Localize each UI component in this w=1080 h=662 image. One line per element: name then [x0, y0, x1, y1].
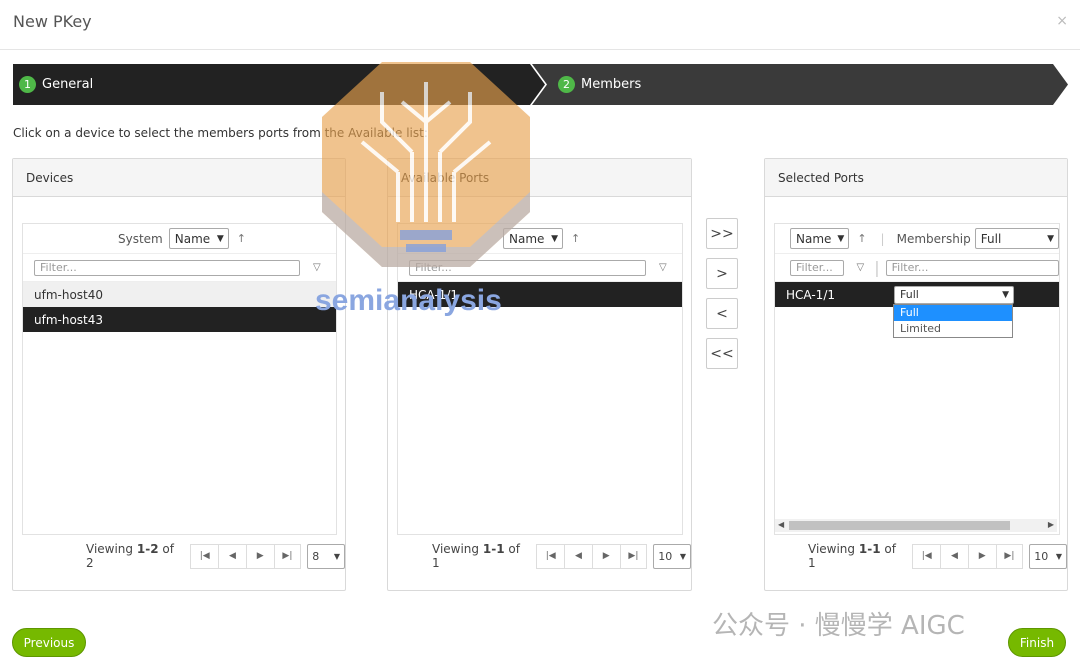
previous-button[interactable]: Previous	[12, 628, 86, 657]
instruction-text: Click on a device to select the members …	[13, 126, 428, 140]
devices-panel: Devices System Name ▼ ↑ Filter... ▽ ufm-h…	[12, 158, 346, 591]
membership-dropdown-list: Full Limited	[893, 304, 1013, 338]
filter-funnel-icon[interactable]: ▽	[857, 262, 865, 273]
device-row[interactable]: ufm-host40	[23, 282, 336, 307]
last-page-icon[interactable]: ▶|	[273, 543, 302, 569]
dropdown-option-full[interactable]: Full	[894, 305, 1012, 321]
step-number: 1	[19, 76, 36, 93]
next-page-icon[interactable]: ▶	[245, 543, 274, 569]
step-members[interactable]: 2 Members	[558, 64, 641, 105]
horizontal-scrollbar[interactable]: ◀ ▶	[775, 519, 1057, 532]
sort-select[interactable]: Name ▼	[503, 228, 563, 249]
last-page-icon[interactable]: ▶|	[619, 543, 648, 569]
filter-row: Filter... ▽ | Filter...	[775, 254, 1059, 282]
chevron-down-icon: ▼	[216, 233, 224, 244]
membership-filter-input[interactable]: Filter...	[885, 259, 1059, 276]
last-page-icon[interactable]: ▶|	[995, 543, 1024, 569]
membership-select-value: Full	[980, 231, 1002, 246]
viewing-text: Viewing 1-2 of 2	[86, 542, 174, 570]
chevron-down-icon: ▼	[1002, 289, 1009, 300]
chevron-down-icon: ▼	[1055, 551, 1062, 561]
page-size-select[interactable]: 8 ▼	[307, 543, 345, 569]
devices-pager: Viewing 1-2 of 2 |◀ ◀ ▶ ▶| 8 ▼	[86, 542, 345, 570]
finish-button[interactable]: Finish	[1008, 628, 1066, 657]
sort-select[interactable]: Name ▼	[790, 228, 850, 249]
step-number: 2	[558, 76, 575, 93]
dialog-title: New PKey	[13, 12, 92, 31]
selected-grid: Name ▼ ↑ | Membership Full ▼ Filter... ▽ |…	[774, 223, 1060, 535]
step-label: General	[42, 77, 94, 92]
filter-row: Filter... ▽	[398, 254, 682, 282]
filter-input[interactable]: Filter...	[409, 259, 646, 276]
row-membership-value: Full	[900, 288, 919, 301]
membership-label: Membership	[896, 231, 971, 246]
remove-button[interactable]: <	[706, 298, 738, 329]
step-general[interactable]: 1 General	[19, 64, 93, 105]
panel-title: Available Ports	[388, 159, 691, 197]
grid-header: Name ▼ ↑	[398, 224, 682, 254]
add-all-button[interactable]: >>	[706, 218, 738, 249]
filter-input[interactable]: Filter...	[790, 259, 844, 276]
prev-page-icon[interactable]: ◀	[218, 543, 246, 569]
chevron-down-icon: ▼	[679, 551, 686, 561]
column-divider: |	[874, 258, 880, 277]
first-page-icon[interactable]: |◀	[536, 543, 565, 569]
selected-pager: Viewing 1-1 of 1 |◀ ◀ ▶ ▶| 10 ▼	[808, 542, 1067, 570]
sort-select-value: Name	[509, 231, 545, 246]
filter-input[interactable]: Filter...	[34, 259, 300, 276]
step-label: Members	[581, 77, 642, 92]
sort-asc-icon[interactable]: ↑	[857, 232, 866, 245]
viewing-text: Viewing 1-1 of 1	[432, 542, 520, 570]
dialog-header: New PKey ×	[0, 0, 1080, 50]
filter-funnel-icon[interactable]: ▽	[313, 262, 321, 273]
membership-select[interactable]: Full ▼	[974, 228, 1059, 249]
viewing-text: Viewing 1-1 of 1	[808, 542, 896, 570]
wizard-stepper: 1 General 2 Members	[13, 64, 1068, 105]
sort-select-value: Name	[796, 231, 832, 246]
remove-all-button[interactable]: <<	[706, 338, 738, 369]
available-pager: Viewing 1-1 of 1 |◀ ◀ ▶ ▶| 10 ▼	[432, 542, 691, 570]
dropdown-option-limited[interactable]: Limited	[894, 321, 1012, 337]
available-grid: Name ▼ ↑ Filter... ▽ HCA-1/1	[397, 223, 683, 535]
stepper-background	[13, 64, 1068, 105]
sort-asc-icon[interactable]: ↑	[237, 232, 246, 245]
chevron-down-icon: ▼	[1047, 233, 1054, 244]
grid-header: Name ▼ ↑ | Membership Full ▼	[775, 224, 1059, 254]
scroll-left-icon[interactable]: ◀	[778, 520, 784, 529]
next-page-icon[interactable]: ▶	[967, 543, 996, 569]
first-page-icon[interactable]: |◀	[912, 543, 941, 569]
prev-page-icon[interactable]: ◀	[940, 543, 968, 569]
chevron-down-icon: ▼	[837, 233, 845, 244]
filter-row: Filter... ▽	[23, 254, 336, 282]
sort-asc-icon[interactable]: ↑	[571, 232, 580, 245]
wechat-watermark: 公众号 · 慢慢学 AIGC	[712, 611, 965, 641]
scrollbar-thumb[interactable]	[789, 521, 1010, 530]
filter-funnel-icon[interactable]: ▽	[659, 262, 667, 273]
available-ports-panel: Available Ports Name ▼ ↑ Filter... ▽ HCA-…	[387, 158, 692, 591]
port-row-selected[interactable]: HCA-1/1	[398, 282, 682, 307]
sort-select[interactable]: Name ▼	[168, 228, 229, 249]
page-size-select[interactable]: 10 ▼	[653, 543, 691, 569]
device-row-selected[interactable]: ufm-host43	[23, 307, 336, 332]
grid-header: System Name ▼ ↑	[23, 224, 336, 254]
prev-page-icon[interactable]: ◀	[564, 543, 592, 569]
next-page-icon[interactable]: ▶	[591, 543, 620, 569]
close-icon[interactable]: ×	[1056, 13, 1068, 29]
chevron-down-icon: ▼	[551, 233, 558, 244]
scroll-right-icon[interactable]: ▶	[1048, 520, 1054, 529]
row-membership-select[interactable]: Full ▼	[894, 285, 1014, 304]
port-name: HCA-1/1	[786, 287, 835, 302]
page-size-select[interactable]: 10 ▼	[1029, 543, 1067, 569]
sort-select-value: Name	[174, 231, 211, 246]
panel-title: Selected Ports	[765, 159, 1067, 197]
chevron-down-icon: ▼	[333, 551, 340, 561]
first-page-icon[interactable]: |◀	[190, 543, 219, 569]
column-divider: |	[880, 231, 885, 246]
system-label: System	[118, 231, 163, 246]
panel-title: Devices	[13, 159, 345, 197]
add-button[interactable]: >	[706, 258, 738, 289]
devices-grid: System Name ▼ ↑ Filter... ▽ ufm-host40 uf…	[22, 223, 337, 535]
